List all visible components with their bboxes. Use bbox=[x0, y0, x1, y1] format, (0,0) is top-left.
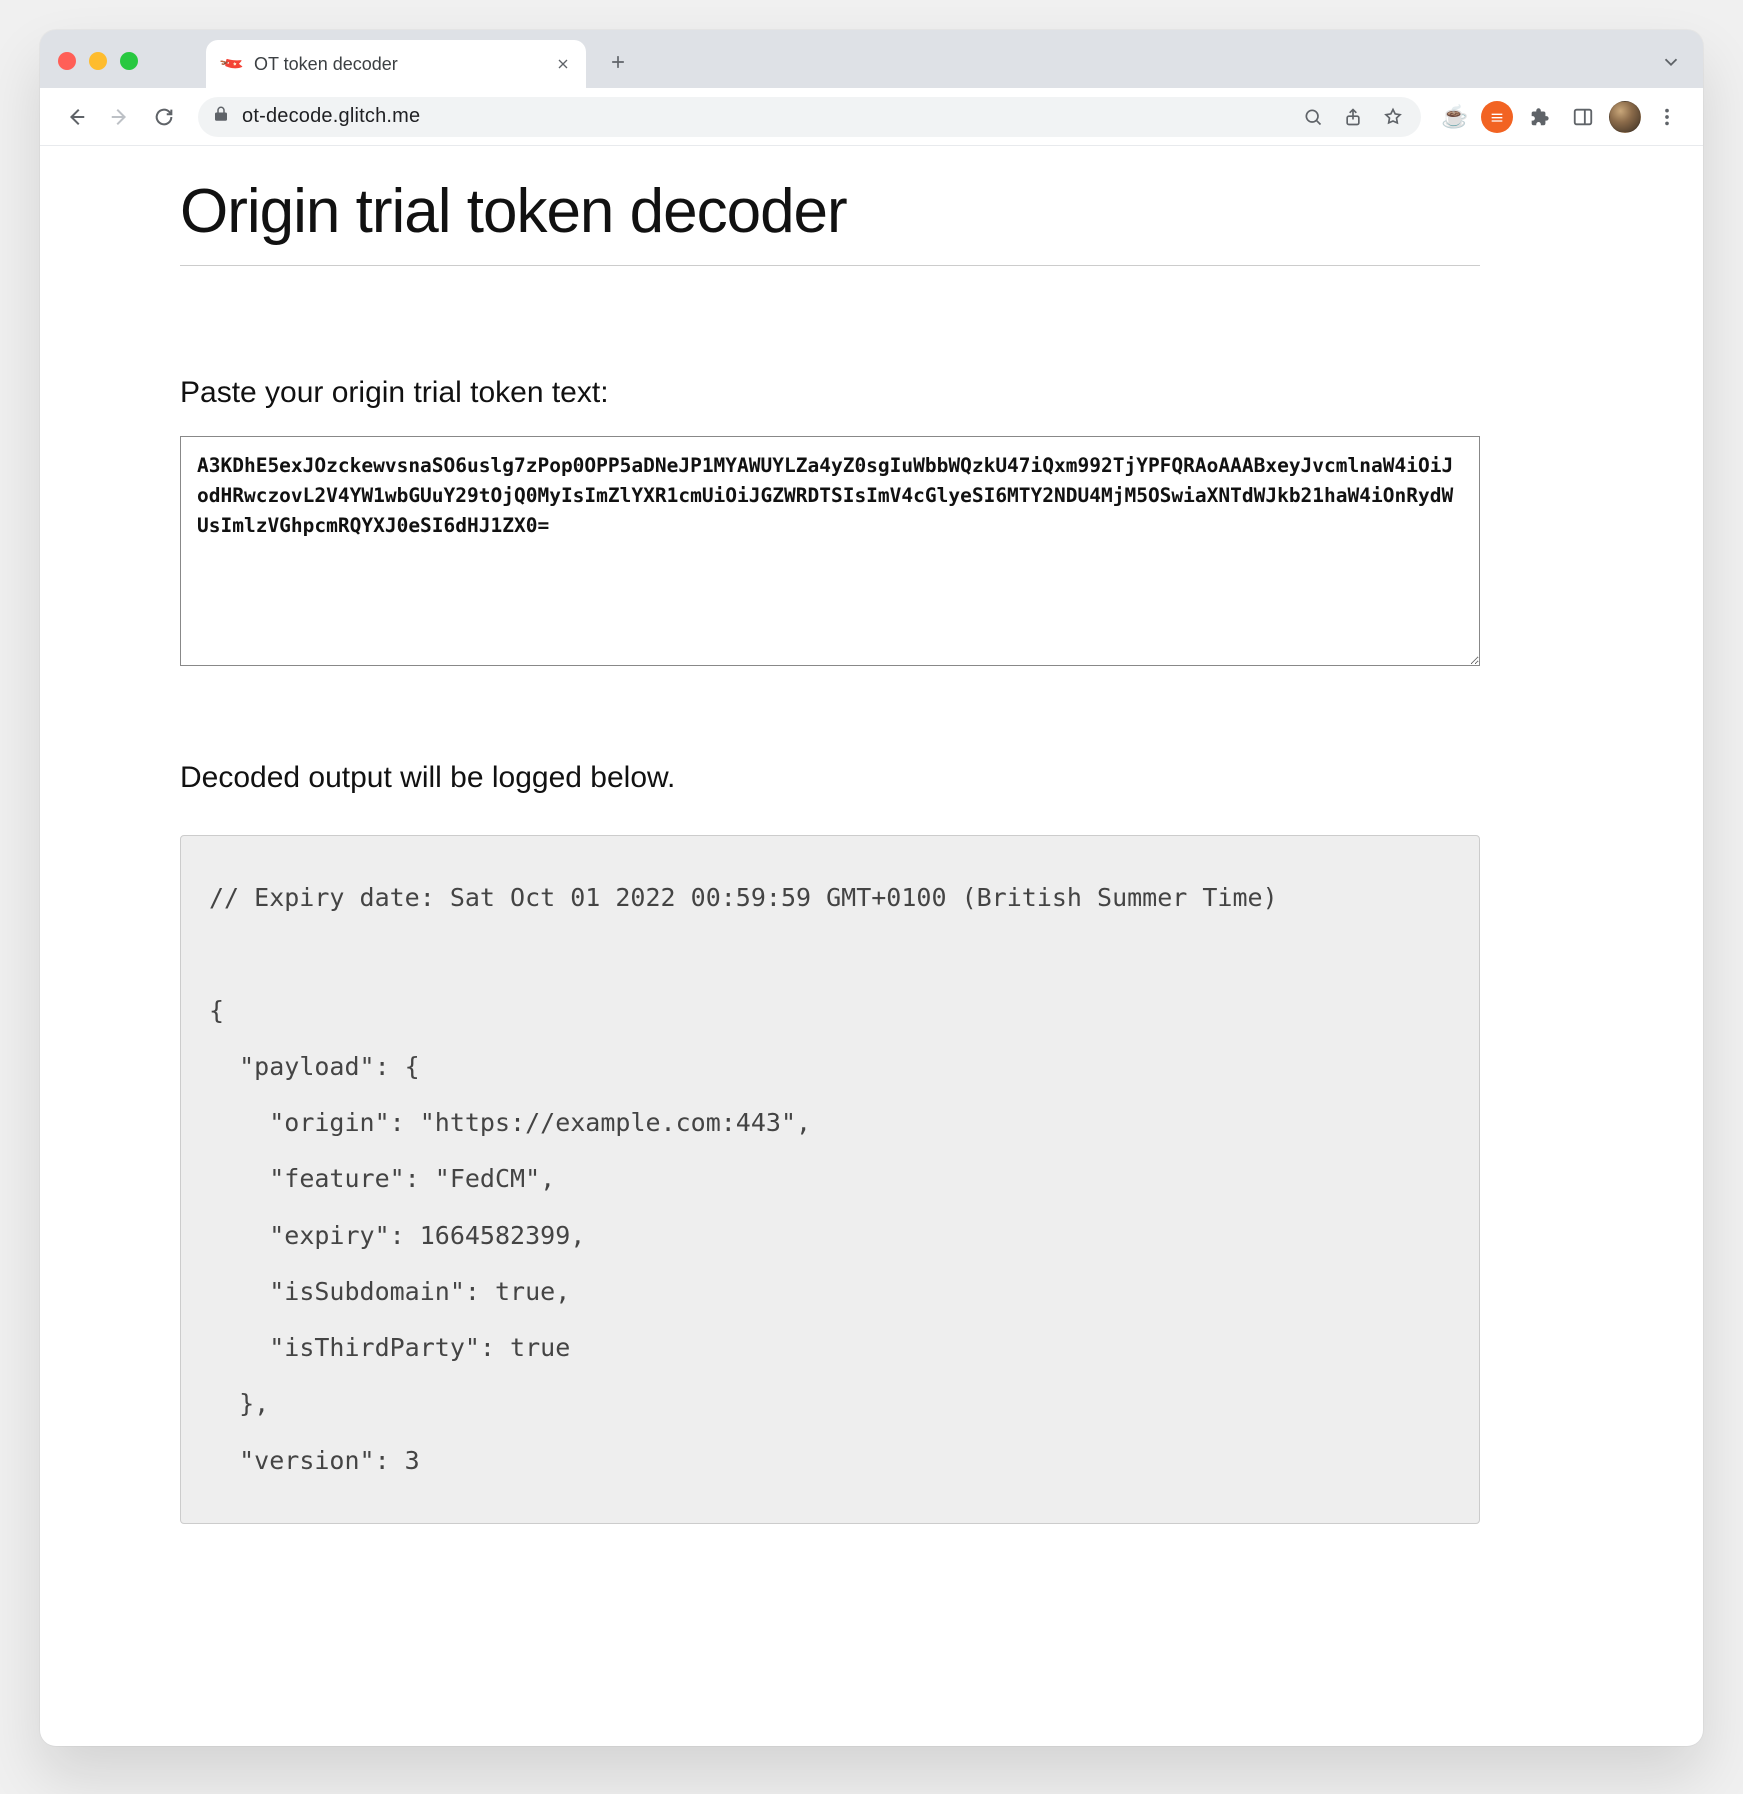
browser-toolbar: ot-decode.glitch.me ☕ bbox=[40, 88, 1703, 146]
window-zoom-button[interactable] bbox=[120, 52, 138, 70]
chrome-menu-button[interactable] bbox=[1649, 99, 1685, 135]
browser-window: 🔖 OT token decoder bbox=[40, 30, 1703, 1746]
token-input-label: Paste your origin trial token text: bbox=[180, 376, 1480, 410]
nav-reload-button[interactable] bbox=[146, 99, 182, 135]
page-title: Origin trial token decoder bbox=[180, 176, 1480, 247]
extension-orange-icon[interactable] bbox=[1481, 101, 1513, 133]
bookmark-star-icon[interactable] bbox=[1379, 103, 1407, 131]
extensions-puzzle-icon[interactable] bbox=[1521, 99, 1557, 135]
tab-title: OT token decoder bbox=[254, 54, 540, 75]
share-icon[interactable] bbox=[1339, 103, 1367, 131]
new-tab-button[interactable] bbox=[600, 44, 636, 80]
decoded-output: // Expiry date: Sat Oct 01 2022 00:59:59… bbox=[180, 835, 1480, 1524]
window-minimize-button[interactable] bbox=[89, 52, 107, 70]
token-input[interactable] bbox=[180, 436, 1480, 666]
lock-icon bbox=[212, 105, 230, 129]
profile-avatar[interactable] bbox=[1609, 101, 1641, 133]
search-icon[interactable] bbox=[1299, 103, 1327, 131]
window-controls bbox=[58, 52, 138, 70]
output-label: Decoded output will be logged below. bbox=[180, 761, 1480, 795]
side-panel-icon[interactable] bbox=[1565, 99, 1601, 135]
address-bar-url: ot-decode.glitch.me bbox=[242, 105, 1287, 128]
nav-back-button[interactable] bbox=[58, 99, 94, 135]
tab-close-button[interactable] bbox=[550, 51, 576, 77]
tab-strip: 🔖 OT token decoder bbox=[40, 30, 1703, 88]
tab-list-dropdown-button[interactable] bbox=[1653, 44, 1689, 80]
address-bar[interactable]: ot-decode.glitch.me bbox=[198, 97, 1421, 137]
divider bbox=[180, 265, 1480, 266]
tab-favicon-icon: 🔖 bbox=[218, 49, 249, 80]
window-close-button[interactable] bbox=[58, 52, 76, 70]
nav-forward-button[interactable] bbox=[102, 99, 138, 135]
extension-coffee-icon[interactable]: ☕ bbox=[1437, 99, 1473, 135]
browser-tab-active[interactable]: 🔖 OT token decoder bbox=[206, 40, 586, 88]
page-viewport: Origin trial token decoder Paste your or… bbox=[40, 146, 1703, 1746]
